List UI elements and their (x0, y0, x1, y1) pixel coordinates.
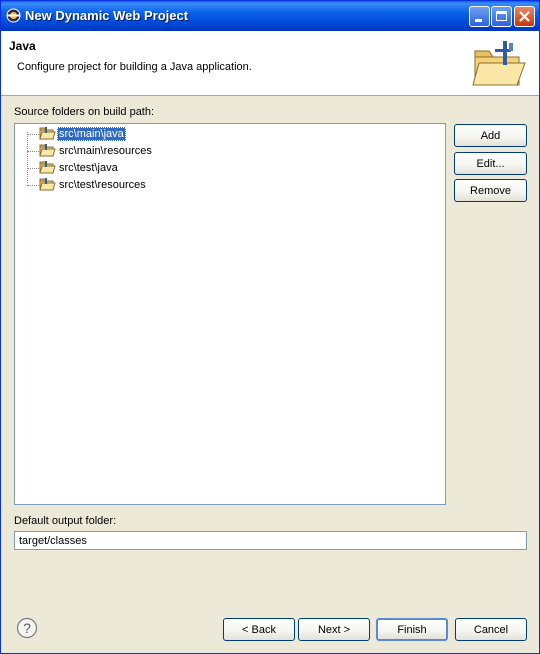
tree-connector (27, 185, 39, 186)
wizard-header: Java Configure project for building a Ja… (1, 31, 539, 96)
close-button[interactable] (514, 6, 535, 27)
minimize-icon (475, 19, 482, 22)
next-button[interactable]: Next > (298, 618, 370, 641)
folder-icon (39, 144, 56, 157)
maximize-icon (496, 11, 507, 21)
dialog-window: New Dynamic Web Project Java Configure p… (0, 0, 540, 654)
tree-item-label: src\test\resources (59, 179, 146, 191)
page-description: Configure project for building a Java ap… (17, 61, 252, 73)
default-output-folder-input[interactable] (14, 531, 527, 550)
folder-icon (39, 178, 56, 191)
tree-connector-line (27, 132, 28, 183)
source-folders-label: Source folders on build path: (14, 106, 155, 118)
page-title: Java (9, 39, 36, 53)
tree-item-label: src\main\resources (59, 145, 152, 157)
help-icon[interactable]: ? (16, 617, 38, 639)
java-folder-wizard-icon (472, 41, 526, 86)
source-folders-tree[interactable]: src\main\java src\main\resources src\tes… (14, 123, 446, 505)
tree-connector (27, 134, 39, 135)
remove-button[interactable]: Remove (454, 179, 527, 202)
tree-item-label: src\test\java (59, 162, 118, 174)
tree-connector (27, 168, 39, 169)
svg-text:?: ? (23, 620, 31, 636)
folder-icon (39, 161, 56, 174)
tree-connector (27, 151, 39, 152)
add-folder-button[interactable]: Add Folder... (454, 124, 527, 163)
edit-button[interactable]: Edit... (454, 152, 527, 175)
eclipse-app-icon (6, 8, 21, 23)
minimize-button[interactable] (469, 6, 490, 27)
folder-icon (39, 127, 56, 140)
default-output-folder-label: Default output folder: (14, 515, 117, 527)
title-bar[interactable]: New Dynamic Web Project (1, 1, 539, 31)
finish-button[interactable]: Finish (376, 618, 448, 641)
window-title: New Dynamic Web Project (25, 8, 189, 23)
maximize-button[interactable] (491, 6, 512, 27)
close-icon (519, 11, 530, 22)
back-button[interactable]: < Back (223, 618, 295, 641)
cancel-button[interactable]: Cancel (455, 618, 527, 641)
tree-item-label: src\main\java (57, 127, 126, 141)
